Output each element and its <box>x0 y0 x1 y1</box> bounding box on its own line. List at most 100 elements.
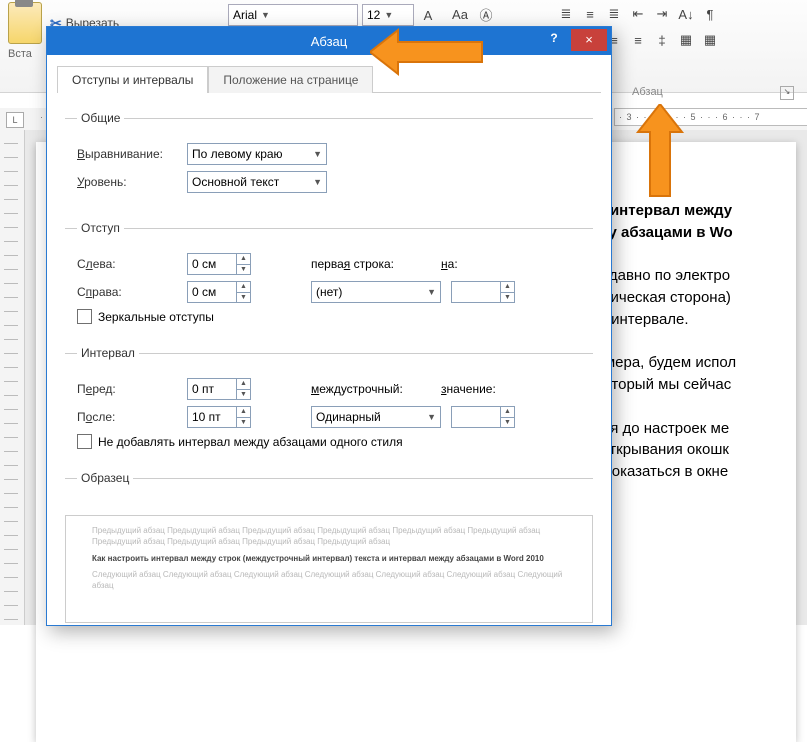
indent-left-input[interactable] <box>188 255 236 273</box>
spin-up-icon[interactable]: ▲ <box>237 379 250 390</box>
group-preview: Образец <box>65 471 593 509</box>
grow-font-icon[interactable]: A <box>418 5 438 25</box>
first-line-combo[interactable]: (нет) ▼ <box>311 281 441 303</box>
paragraph-group-label: Абзац <box>632 86 663 98</box>
borders-icon[interactable]: ▦ <box>700 30 720 50</box>
dialog-tabs: Отступы и интервалы Положение на страниц… <box>57 65 601 93</box>
first-line-value: (нет) <box>316 285 342 299</box>
tab-indents-spacing[interactable]: Отступы и интервалы <box>57 66 208 93</box>
preview-prev-text: Предыдущий абзац Предыдущий абзац Предыд… <box>92 526 566 548</box>
at-input[interactable] <box>452 408 500 426</box>
paragraph-dialog: Абзац ? × Отступы и интервалы Положение … <box>46 26 612 626</box>
label-at: значение: <box>441 382 521 396</box>
spin-down-icon[interactable]: ▼ <box>237 265 250 275</box>
group-spacing: Интервал Перед: ▲▼ междустрочный: значен… <box>65 346 593 461</box>
vertical-ruler <box>0 130 25 625</box>
paragraph-dialog-launcher[interactable]: ↘ <box>780 86 794 100</box>
space-before-spinner[interactable]: ▲▼ <box>187 378 251 400</box>
shading-icon[interactable]: ▦ <box>676 30 696 50</box>
checkbox-box <box>77 309 92 324</box>
group-indent: Отступ Слева: ▲▼ первая строка: на: Спра… <box>65 221 593 336</box>
label-after: После: <box>77 410 177 424</box>
line-spacing-value: Одинарный <box>316 410 381 424</box>
indent-left-spinner[interactable]: ▲▼ <box>187 253 251 275</box>
label-indent-left: Слева: <box>77 257 177 271</box>
spin-down-icon[interactable]: ▼ <box>501 293 514 303</box>
dont-add-space-label: Не добавлять интервал между абзацами одн… <box>98 435 403 449</box>
change-case-icon[interactable]: Aa <box>450 4 470 24</box>
label-indent-right: Справа: <box>77 285 177 299</box>
label-first-line: первая строка: <box>311 257 431 271</box>
font-size-combo[interactable]: 12 ▼ <box>362 4 414 26</box>
outline-level-combo[interactable]: Основной текст ▼ <box>187 171 327 193</box>
numbering-icon[interactable]: ≡ <box>580 4 600 24</box>
spin-down-icon[interactable]: ▼ <box>237 418 250 428</box>
decrease-indent-icon[interactable]: ⇤ <box>628 4 648 24</box>
justify-icon[interactable]: ≡ <box>628 30 648 50</box>
legend-general: Общие <box>77 111 124 125</box>
label-alignment: Выравнивание: <box>77 147 177 161</box>
spin-down-icon[interactable]: ▼ <box>237 390 250 400</box>
font-name-combo[interactable]: Arial ▼ <box>228 4 358 26</box>
increase-indent-icon[interactable]: ⇥ <box>652 4 672 24</box>
indent-right-spinner[interactable]: ▲▼ <box>187 281 251 303</box>
sort-icon[interactable]: A↓ <box>676 4 696 24</box>
line-spacing-icon[interactable]: ‡ <box>652 30 672 50</box>
checkbox-box <box>77 434 92 449</box>
mirror-indents-checkbox[interactable]: Зеркальные отступы <box>77 309 581 324</box>
preview-box: Предыдущий абзац Предыдущий абзац Предыд… <box>65 515 593 623</box>
chevron-down-icon: ▼ <box>313 177 322 187</box>
spin-up-icon[interactable]: ▲ <box>501 282 514 293</box>
legend-indent: Отступ <box>77 221 124 235</box>
label-before: Перед: <box>77 382 177 396</box>
multilevel-icon[interactable]: ≣ <box>604 4 624 24</box>
chevron-down-icon: ▼ <box>427 412 436 422</box>
label-outline-level: Уровень: <box>77 175 177 189</box>
help-button[interactable]: ? <box>539 31 569 51</box>
preview-sample-text: Как настроить интервал между строк (межд… <box>92 554 566 565</box>
paste-icon[interactable] <box>8 2 42 44</box>
by-spinner[interactable]: ▲▼ <box>451 281 515 303</box>
chevron-down-icon: ▼ <box>313 149 322 159</box>
spin-up-icon[interactable]: ▲ <box>237 407 250 418</box>
spin-up-icon[interactable]: ▲ <box>237 254 250 265</box>
font-size-value: 12 <box>367 8 380 22</box>
mirror-indents-label: Зеркальные отступы <box>98 310 214 324</box>
dialog-titlebar[interactable]: Абзац ? × <box>47 27 611 55</box>
bullets-icon[interactable]: ≣ <box>556 4 576 24</box>
label-line-spacing: междустрочный: <box>311 382 431 396</box>
chevron-down-icon: ▼ <box>427 287 436 297</box>
spin-down-icon[interactable]: ▼ <box>237 293 250 303</box>
font-name-value: Arial <box>233 8 257 22</box>
indent-right-input[interactable] <box>188 283 236 301</box>
tab-line-page-breaks[interactable]: Положение на странице <box>208 66 373 93</box>
at-spinner[interactable]: ▲▼ <box>451 406 515 428</box>
outline-level-value: Основной текст <box>192 175 279 189</box>
close-button[interactable]: × <box>571 29 607 51</box>
spin-up-icon[interactable]: ▲ <box>501 407 514 418</box>
line-spacing-combo[interactable]: Одинарный ▼ <box>311 406 441 428</box>
label-by: на: <box>441 257 521 271</box>
space-after-spinner[interactable]: ▲▼ <box>187 406 251 428</box>
dialog-title: Абзац <box>311 34 347 49</box>
dont-add-space-checkbox[interactable]: Не добавлять интервал между абзацами одн… <box>77 434 581 449</box>
spin-up-icon[interactable]: ▲ <box>237 282 250 293</box>
preview-next-text: Следующий абзац Следующий абзац Следующи… <box>92 570 566 592</box>
alignment-combo[interactable]: По левому краю ▼ <box>187 143 327 165</box>
chevron-down-icon: ▼ <box>384 10 393 20</box>
legend-spacing: Интервал <box>77 346 139 360</box>
chevron-down-icon: ▼ <box>261 10 270 20</box>
ruler-visible-segment: · 3 · · · 4 · · · 5 · · · 6 · · · 7 <box>614 108 807 126</box>
space-before-input[interactable] <box>188 380 236 398</box>
paste-label: Вста <box>8 48 32 60</box>
spin-down-icon[interactable]: ▼ <box>501 418 514 428</box>
tab-selector[interactable]: L <box>6 112 24 128</box>
document-text[interactable]: ить интервал между ежду абзацами в Wo й … <box>580 200 807 483</box>
pilcrow-icon[interactable]: ¶ <box>700 4 720 24</box>
alignment-value: По левому краю <box>192 147 283 161</box>
legend-preview: Образец <box>77 471 133 485</box>
clear-format-icon[interactable]: Ⓐ <box>476 4 496 24</box>
group-general: Общие Выравнивание: По левому краю ▼ Уров… <box>65 111 593 211</box>
by-input[interactable] <box>452 283 500 301</box>
space-after-input[interactable] <box>188 408 236 426</box>
